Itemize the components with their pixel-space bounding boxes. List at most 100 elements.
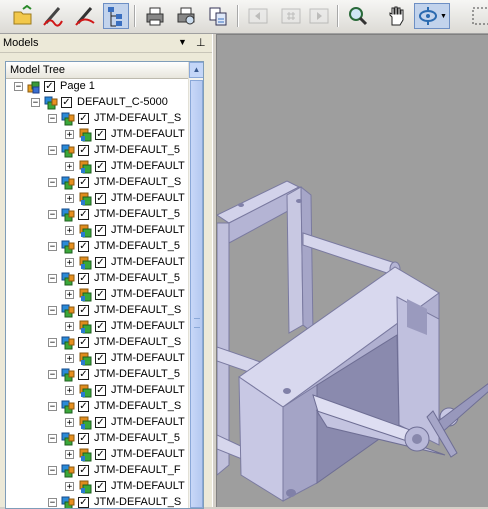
collapse-icon[interactable]: − [48, 178, 57, 188]
print-preview-icon [177, 7, 195, 25]
copy-view-button[interactable] [205, 3, 231, 29]
expand-icon[interactable]: + [65, 322, 74, 332]
panel-title: Models [3, 37, 39, 49]
visibility-checkbox[interactable]: ✓ [78, 241, 89, 252]
expand-icon[interactable]: + [65, 194, 74, 204]
visibility-checkbox[interactable]: ✓ [95, 289, 106, 300]
model-tree-toggle[interactable] [103, 3, 129, 29]
tree-item-label: JTM-DEFAULT [111, 224, 185, 236]
expand-icon[interactable]: + [65, 226, 74, 236]
collapse-icon[interactable]: − [48, 242, 57, 252]
collapse-icon[interactable]: − [48, 146, 57, 156]
collapse-icon[interactable]: − [48, 338, 57, 348]
collapse-icon[interactable]: − [48, 306, 57, 316]
part-icon [77, 223, 93, 239]
redline-button[interactable] [40, 3, 66, 29]
visibility-checkbox[interactable]: ✓ [95, 417, 106, 428]
visibility-checkbox[interactable]: ✓ [44, 81, 55, 92]
collapse-icon[interactable]: − [48, 114, 57, 124]
3d-viewport[interactable] [216, 34, 488, 507]
print-button[interactable] [142, 3, 168, 29]
visibility-checkbox[interactable]: ✓ [78, 113, 89, 124]
open-button[interactable] [10, 3, 36, 29]
expand-icon[interactable]: + [65, 450, 74, 460]
tree-item-label: JTM-DEFAULT [111, 192, 185, 204]
tree-item-label: JTM-DEFAULT_S [94, 336, 182, 348]
zoom-icon [349, 7, 368, 26]
assembly-icon [60, 111, 76, 127]
collapse-icon[interactable]: − [14, 82, 23, 92]
print-preview-button[interactable] [173, 3, 199, 29]
tree-item-label: JTM-DEFAULT_F [94, 464, 181, 476]
visibility-checkbox[interactable]: ✓ [78, 401, 89, 412]
visibility-checkbox[interactable]: ✓ [95, 449, 106, 460]
collapse-icon[interactable]: − [48, 274, 57, 284]
toolbar-separator [337, 5, 339, 27]
visibility-checkbox[interactable]: ✓ [95, 353, 106, 364]
visibility-checkbox[interactable]: ✓ [78, 209, 89, 220]
scroll-up-icon[interactable]: ▲ [189, 62, 203, 78]
next-page-button[interactable] [306, 3, 332, 29]
pin-icon[interactable]: ⊥ [196, 36, 206, 49]
assembly-icon [60, 271, 76, 287]
tree-item-label: JTM-DEFAULT [111, 288, 185, 300]
assembly-icon [60, 303, 76, 319]
visibility-checkbox[interactable]: ✓ [78, 145, 89, 156]
tree-rows: − ✓ Page 1− ✓ DEFAULT_C-5000− ✓ JTM-DEFAULT_S +… [6, 79, 186, 508]
expand-icon[interactable]: + [65, 386, 74, 396]
visibility-checkbox[interactable]: ✓ [95, 225, 106, 236]
visibility-checkbox[interactable]: ✓ [95, 481, 106, 492]
toolbar-separator [134, 5, 136, 27]
visibility-checkbox[interactable]: ✓ [95, 385, 106, 396]
part-icon [77, 383, 93, 399]
tree-scrollbar[interactable]: ▲ [188, 62, 203, 508]
visibility-checkbox[interactable]: ✓ [61, 97, 72, 108]
collapse-icon[interactable]: − [31, 98, 40, 108]
visibility-checkbox[interactable]: ✓ [95, 321, 106, 332]
previous-page-button[interactable] [245, 3, 271, 29]
part-icon [77, 351, 93, 367]
collapse-icon[interactable]: − [48, 370, 57, 380]
orient-dropdown-icon[interactable]: ▼ [440, 13, 447, 20]
part-icon [77, 191, 93, 207]
panel-menu-dropdown-icon[interactable]: ▼ [178, 37, 187, 47]
expand-icon[interactable]: + [65, 290, 74, 300]
redline-icon [43, 7, 63, 27]
part-icon [77, 127, 93, 143]
expand-icon[interactable]: + [65, 162, 74, 172]
visibility-checkbox[interactable]: ✓ [78, 433, 89, 444]
tree-column-header[interactable]: Model Tree [6, 62, 188, 79]
zoom-window-button[interactable] [468, 3, 488, 29]
page-button[interactable] [278, 3, 304, 29]
visibility-checkbox[interactable]: ✓ [95, 129, 106, 140]
pen-button[interactable] [72, 3, 98, 29]
visibility-checkbox[interactable]: ✓ [78, 369, 89, 380]
visibility-checkbox[interactable]: ✓ [95, 257, 106, 268]
previous-page-icon [248, 8, 268, 24]
page-icon [281, 8, 301, 24]
visibility-checkbox[interactable]: ✓ [78, 497, 89, 508]
collapse-icon[interactable]: − [48, 498, 57, 508]
expand-icon[interactable]: + [65, 482, 74, 492]
assembly-icon [60, 207, 76, 223]
visibility-checkbox[interactable]: ✓ [95, 193, 106, 204]
visibility-checkbox[interactable]: ✓ [78, 177, 89, 188]
expand-icon[interactable]: + [65, 418, 74, 428]
scroll-thumb[interactable] [190, 80, 203, 508]
collapse-icon[interactable]: − [48, 402, 57, 412]
visibility-checkbox[interactable]: ✓ [78, 273, 89, 284]
collapse-icon[interactable]: − [48, 434, 57, 444]
visibility-checkbox[interactable]: ✓ [78, 305, 89, 316]
visibility-checkbox[interactable]: ✓ [78, 465, 89, 476]
visibility-checkbox[interactable]: ✓ [95, 161, 106, 172]
pan-button[interactable] [384, 3, 410, 29]
expand-icon[interactable]: + [65, 130, 74, 140]
expand-icon[interactable]: + [65, 258, 74, 268]
zoom-button[interactable] [345, 3, 371, 29]
visibility-checkbox[interactable]: ✓ [78, 337, 89, 348]
collapse-icon[interactable]: − [48, 466, 57, 476]
collapse-icon[interactable]: − [48, 210, 57, 220]
scroll-grip-icon [194, 318, 200, 328]
expand-icon[interactable]: + [65, 354, 74, 364]
orient-button[interactable]: ▼ [414, 3, 450, 29]
